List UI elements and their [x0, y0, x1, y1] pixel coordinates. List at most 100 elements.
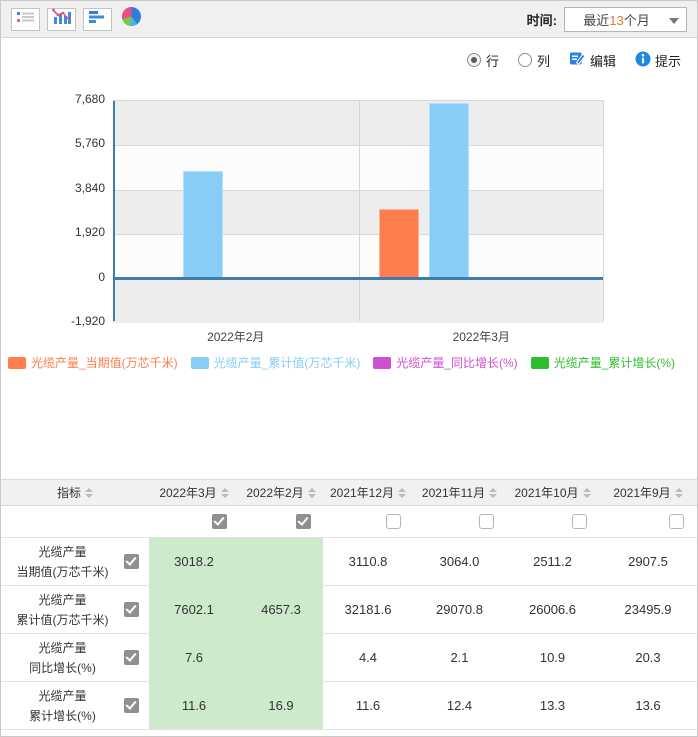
table-cell: 11.6: [323, 682, 413, 729]
column-header[interactable]: 2021年11月: [413, 480, 506, 505]
sort-icon[interactable]: [489, 488, 497, 498]
sort-icon[interactable]: [583, 488, 591, 498]
table-cell: 7.6: [149, 634, 239, 681]
data-table: 指标 2022年3月 2022年2月 2021年12月 2021年11月 202…: [1, 479, 697, 737]
column-header[interactable]: 2021年9月: [599, 480, 697, 505]
table-cell: 2.1: [413, 634, 506, 681]
toolbar: 时间: 最近13个月: [1, 1, 697, 38]
column-checkbox[interactable]: [386, 514, 401, 529]
table-cell: 16.9: [239, 682, 323, 729]
table-cell: 3110.8: [323, 538, 413, 585]
hbar-chart-button[interactable]: [83, 8, 112, 31]
combo-chart-icon: [52, 8, 72, 30]
list-view-button[interactable]: [11, 8, 40, 31]
time-range-value: 最近13个月: [583, 10, 650, 29]
radio-column-icon[interactable]: [518, 53, 532, 67]
legend-item-cumulative-growth[interactable]: 光缆产量_累计增长(%): [531, 354, 675, 371]
sort-icon[interactable]: [675, 488, 683, 498]
x-axis-labels: 2022年2月 2022年3月: [113, 328, 604, 345]
table-partial-row: [1, 730, 697, 737]
column-checkbox[interactable]: [669, 514, 684, 529]
chart-panel: 行 列 编辑: [1, 38, 697, 471]
y-tick-label: 0: [1, 270, 105, 284]
bar[interactable]: [183, 171, 223, 279]
table-cell: 11.6: [149, 682, 239, 729]
row-label: 光缆产量累计值(万芯千米): [1, 590, 124, 630]
hint-label: 提示: [655, 51, 681, 70]
row-checkbox[interactable]: [124, 554, 139, 569]
column-checkbox[interactable]: [572, 514, 587, 529]
column-checkbox[interactable]: [212, 514, 227, 529]
pie-chart-button[interactable]: [119, 8, 143, 31]
table-cell: 10.9: [506, 634, 599, 681]
column-header[interactable]: 2022年3月: [149, 480, 239, 505]
column-checkbox[interactable]: [296, 514, 311, 529]
table-row: 光缆产量累计值(万芯千米) 7602.1 4657.3 32181.6 2907…: [1, 586, 697, 634]
column-header[interactable]: 2022年2月: [239, 480, 323, 505]
radio-row-label: 行: [486, 51, 499, 70]
column-header[interactable]: 2021年12月: [323, 480, 413, 505]
table-header-row: 指标 2022年3月 2022年2月 2021年12月 2021年11月 202…: [1, 480, 697, 506]
table-cell: [239, 538, 323, 585]
table-cell: 20.3: [599, 634, 697, 681]
sort-icon[interactable]: [308, 488, 316, 498]
row-label-cell: 光缆产量当期值(万芯千米): [1, 538, 149, 585]
table-cell: [239, 634, 323, 681]
radio-row[interactable]: 行: [467, 51, 499, 70]
sort-icon[interactable]: [85, 488, 93, 498]
table-row: 光缆产量当期值(万芯千米) 3018.2 3110.8 3064.0 2511.…: [1, 538, 697, 586]
combo-chart-button[interactable]: [47, 8, 76, 31]
legend-swatch: [191, 357, 209, 369]
legend-swatch: [373, 357, 391, 369]
column-checkbox-row: [1, 506, 697, 538]
sort-icon[interactable]: [398, 488, 406, 498]
column-checkbox[interactable]: [479, 514, 494, 529]
table-cell: 23495.9: [599, 586, 697, 633]
row-checkbox[interactable]: [124, 602, 139, 617]
report-window: 时间: 最近13个月 行 列: [0, 0, 698, 737]
table-row: 光缆产量累计增长(%) 11.6 16.9 11.6 12.4 13.3 13.…: [1, 682, 697, 730]
column-header-indicator[interactable]: 指标: [1, 480, 149, 505]
radio-column[interactable]: 列: [518, 51, 550, 70]
bar[interactable]: [379, 209, 419, 279]
chevron-down-icon: [669, 18, 679, 24]
table-cell: 7602.1: [149, 586, 239, 633]
radio-row-icon[interactable]: [467, 53, 481, 67]
column-header[interactable]: 2021年10月: [506, 480, 599, 505]
table-cell: 3064.0: [413, 538, 506, 585]
y-tick-label: 1,920: [1, 225, 105, 239]
row-label-cell: 光缆产量累计值(万芯千米): [1, 586, 149, 633]
legend-item-cumulative-value[interactable]: 光缆产量_累计值(万芯千米): [191, 354, 361, 371]
time-filter-label: 时间:: [527, 10, 557, 29]
bar[interactable]: [429, 103, 469, 279]
row-checkbox[interactable]: [124, 650, 139, 665]
edit-button[interactable]: 编辑: [569, 50, 616, 70]
x-axis-label: 2022年2月: [113, 328, 359, 345]
row-checkbox[interactable]: [124, 698, 139, 713]
hint-button[interactable]: 提示: [635, 51, 681, 70]
view-switcher: [11, 8, 143, 31]
list-view-icon: [16, 9, 36, 30]
bar-chart-plot[interactable]: [113, 100, 604, 322]
table-cell: 13.3: [506, 682, 599, 729]
legend-item-current-value[interactable]: 光缆产量_当期值(万芯千米): [8, 354, 178, 371]
info-icon: [635, 51, 651, 70]
table-row: 光缆产量同比增长(%) 7.6 4.4 2.1 10.9 20.3: [1, 634, 697, 682]
y-tick-label: 7,680: [1, 92, 105, 106]
row-label: 光缆产量当期值(万芯千米): [1, 542, 124, 582]
table-cell: 4657.3: [239, 586, 323, 633]
checkbox-spacer: [1, 506, 149, 537]
legend-label: 光缆产量_同比增长(%): [396, 354, 517, 371]
row-label-cell: 光缆产量累计增长(%): [1, 682, 149, 729]
table-cell: 32181.6: [323, 586, 413, 633]
table-cell: 2907.5: [599, 538, 697, 585]
edit-label: 编辑: [590, 51, 616, 70]
table-cell: 2511.2: [506, 538, 599, 585]
x-axis-label: 2022年3月: [359, 328, 605, 345]
time-range-select[interactable]: 最近13个月: [564, 7, 687, 32]
sort-icon[interactable]: [221, 488, 229, 498]
table-cell: 26006.6: [506, 586, 599, 633]
table-cell: 29070.8: [413, 586, 506, 633]
legend-item-yoy-growth[interactable]: 光缆产量_同比增长(%): [373, 354, 517, 371]
legend-swatch: [8, 357, 26, 369]
